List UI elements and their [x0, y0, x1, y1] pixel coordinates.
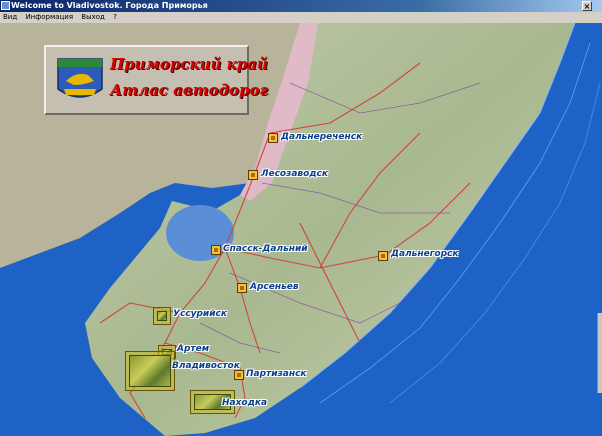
- city-marker-partizansk[interactable]: [234, 370, 244, 380]
- window-titlebar: Welcome to Vladivostok. Города Приморья …: [0, 0, 602, 12]
- side-scroll-handle[interactable]: [597, 313, 602, 393]
- coat-of-arms-icon: [57, 58, 103, 98]
- city-marker-spassk[interactable]: [211, 245, 221, 255]
- city-area-vladivostok[interactable]: [125, 351, 175, 391]
- city-label-dalnegorsk[interactable]: Дальнегорск: [391, 249, 458, 259]
- close-button[interactable]: ×: [582, 1, 592, 11]
- menu-bar: Вид Информация Выход ?: [0, 12, 602, 23]
- city-label-ussuriysk[interactable]: Уссурийск: [173, 309, 227, 319]
- map-view[interactable]: Приморский край Атлас автодорог Дальнере…: [0, 23, 602, 436]
- atlas-banner: Приморский край Атлас автодорог: [44, 45, 268, 115]
- banner-title-line1: Приморский край: [110, 55, 268, 73]
- city-label-artem[interactable]: Артем: [177, 344, 209, 354]
- city-marker-lesozavodsk[interactable]: [248, 170, 258, 180]
- city-label-partizansk[interactable]: Партизанск: [246, 369, 307, 379]
- city-label-vladivostok[interactable]: Владивосток: [172, 361, 240, 371]
- city-label-dalnerechensk[interactable]: Дальнереченск: [281, 132, 362, 142]
- city-marker-dalnerechensk[interactable]: [268, 133, 278, 143]
- menu-info[interactable]: Информация: [22, 12, 76, 23]
- menu-exit[interactable]: Выход: [78, 12, 108, 23]
- menu-view[interactable]: Вид: [0, 12, 20, 23]
- city-label-nakhodka[interactable]: Находка: [222, 398, 267, 408]
- city-marker-arsenyev[interactable]: [237, 283, 247, 293]
- banner-title-line2: Атлас автодорог: [110, 81, 268, 99]
- city-area-ussuriysk[interactable]: [153, 307, 171, 325]
- window-title: Welcome to Vladivostok. Города Приморья: [11, 1, 208, 10]
- app-icon[interactable]: [1, 1, 10, 10]
- city-marker-dalnegorsk[interactable]: [378, 251, 388, 261]
- city-label-arsenyev[interactable]: Арсеньев: [250, 282, 299, 292]
- city-label-spassk[interactable]: Спасск-Дальний: [223, 244, 308, 254]
- city-label-lesozavodsk[interactable]: Лесозаводск: [261, 169, 328, 179]
- menu-help[interactable]: ?: [110, 12, 120, 23]
